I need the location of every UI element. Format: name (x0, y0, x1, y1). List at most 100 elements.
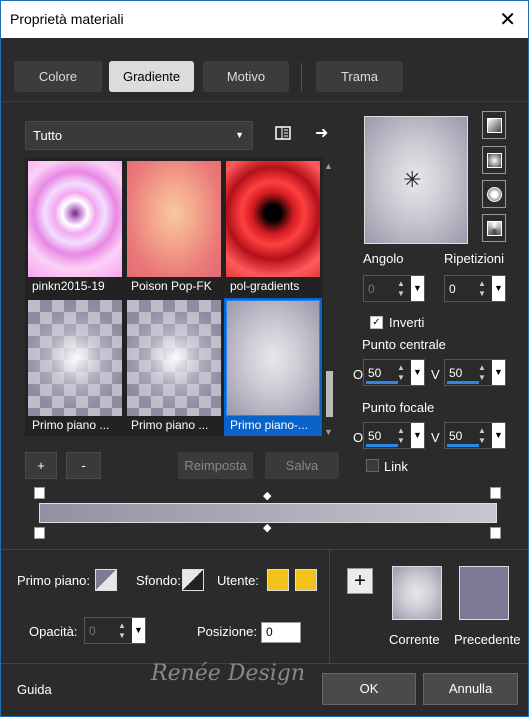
position-label: Posizione: (197, 624, 257, 639)
gradient-label: Primo piano-... (230, 418, 309, 432)
center-v-label: V (431, 367, 440, 382)
current-label: Corrente (389, 632, 440, 647)
user-color-large-swatch[interactable] (295, 569, 317, 591)
chevron-down-icon[interactable]: ▼ (492, 423, 505, 448)
previous-material-swatch[interactable] (459, 566, 509, 620)
gradient-label: pinkn2015-19 (32, 279, 105, 293)
user-color-swatch[interactable] (267, 569, 289, 591)
opacity-stop-left[interactable] (34, 527, 45, 539)
angle-stepper[interactable]: 0 ▲ ▼ ▼ (363, 275, 425, 302)
center-o-value: 50 (368, 366, 382, 380)
close-icon[interactable]: ✕ (499, 7, 516, 32)
gradient-item-primo-piano-2[interactable]: Primo piano ... (125, 298, 223, 436)
tab-trama[interactable]: Trama (316, 61, 403, 92)
chevron-down-icon[interactable]: ▼ (411, 360, 424, 385)
midpoint-top-marker[interactable]: ◆ (263, 489, 271, 502)
save-button[interactable]: Salva (265, 452, 339, 479)
repeats-value: 0 (449, 282, 456, 296)
spin-arrows-icon[interactable]: ▲ ▼ (118, 621, 130, 641)
add-gradient-button[interactable]: + (25, 452, 57, 479)
chevron-down-icon[interactable]: ▼ (492, 276, 505, 301)
scroll-up-icon[interactable]: ▲ (324, 161, 333, 171)
center-point-label: Punto centrale (362, 337, 446, 352)
background-label: Sfondo: (136, 573, 181, 588)
help-link[interactable]: Guida (17, 682, 52, 697)
gradient-library-grid: pinkn2015-19 Poison Pop-FK pol-gradients… (25, 158, 323, 436)
opacity-value: 0 (89, 624, 96, 638)
divider (329, 549, 330, 663)
library-icon[interactable] (275, 125, 291, 146)
link-checkbox[interactable] (366, 459, 379, 472)
chevron-down-icon[interactable]: ▼ (411, 423, 424, 448)
radial-icon[interactable] (482, 214, 506, 242)
gradient-editor-bar[interactable] (39, 503, 497, 523)
sunburst-icon[interactable] (482, 180, 506, 208)
add-to-swatches-button[interactable]: + (347, 568, 373, 594)
gradient-swatch (226, 161, 320, 277)
opacity-stop-right[interactable] (490, 527, 501, 539)
value-bar (447, 381, 479, 384)
opacity-stepper[interactable]: 0 ▲ ▼ ▼ (84, 617, 146, 644)
remove-gradient-button[interactable]: - (66, 452, 101, 479)
midpoint-bottom-marker[interactable]: ◆ (263, 521, 271, 534)
gradient-item-poison-pop[interactable]: Poison Pop-FK (125, 159, 223, 297)
watermark-logo: Renée Design (151, 661, 306, 686)
spin-arrows-icon[interactable]: ▲ ▼ (397, 426, 409, 446)
category-dropdown[interactable]: Tutto ▼ (25, 121, 253, 150)
color-stop-top-right[interactable] (490, 487, 501, 499)
focal-point-label: Punto focale (362, 400, 435, 415)
library-scrollbar[interactable]: ▲ ▼ (324, 161, 334, 437)
ok-button[interactable]: OK (322, 673, 416, 705)
value-bar (447, 444, 479, 447)
gradient-preview[interactable]: ✳ (364, 116, 468, 244)
gradient-swatch (28, 300, 122, 416)
angle-value: 0 (368, 282, 375, 296)
repeats-stepper[interactable]: 0 ▲ ▼ ▼ (444, 275, 506, 302)
chevron-down-icon: ▼ (235, 130, 244, 140)
angle-label: Angolo (363, 251, 404, 266)
focal-v-stepper[interactable]: 50 ▲ ▼ ▼ (444, 422, 506, 449)
gradient-label: pol-gradients (230, 279, 300, 293)
rectangular-icon[interactable] (482, 146, 506, 174)
chevron-down-icon[interactable]: ▼ (411, 276, 424, 301)
gradient-item-pol-gradients[interactable]: pol-gradients (224, 159, 322, 297)
gradient-label: Poison Pop-FK (131, 279, 212, 293)
gradient-item-pinkn2015-19[interactable]: pinkn2015-19 (26, 159, 124, 297)
opacity-label: Opacità: (29, 624, 78, 639)
background-swatch[interactable] (182, 569, 204, 591)
center-o-stepper[interactable]: 50 ▲ ▼ ▼ (363, 359, 425, 386)
tab-motivo[interactable]: Motivo (203, 61, 289, 92)
spin-arrows-icon[interactable]: ▲ ▼ (478, 279, 490, 299)
tab-colore[interactable]: Colore (14, 61, 102, 92)
divider (1, 101, 528, 102)
tab-gradiente[interactable]: Gradiente (109, 61, 194, 92)
focal-v-value: 50 (449, 429, 463, 443)
gradient-label: Primo piano ... (131, 418, 209, 432)
gradient-item-primo-piano-selected[interactable]: Primo piano-... (224, 298, 322, 436)
linear-icon[interactable] (482, 111, 506, 139)
spin-arrows-icon[interactable]: ▲ ▼ (478, 363, 490, 383)
value-bar (366, 381, 398, 384)
spin-arrows-icon[interactable]: ▲ ▼ (478, 426, 490, 446)
arrow-right-icon[interactable]: ➜ (315, 123, 328, 143)
spin-arrows-icon[interactable]: ▲ ▼ (397, 363, 409, 383)
current-material-swatch[interactable] (392, 566, 442, 620)
window-title: Proprietà materiali (10, 11, 124, 27)
foreground-swatch[interactable] (95, 569, 117, 591)
user-label: Utente: (217, 573, 259, 588)
center-point-icon[interactable]: ✳ (403, 167, 421, 193)
gradient-swatch (127, 161, 221, 277)
position-input[interactable]: 0 (261, 622, 301, 643)
reset-button[interactable]: Reimposta (178, 452, 253, 479)
chevron-down-icon[interactable]: ▼ (492, 360, 505, 385)
cancel-button[interactable]: Annulla (423, 673, 518, 705)
focal-o-stepper[interactable]: 50 ▲ ▼ ▼ (363, 422, 425, 449)
gradient-item-primo-piano-1[interactable]: Primo piano ... (26, 298, 124, 436)
scroll-thumb[interactable] (326, 371, 333, 417)
spin-arrows-icon[interactable]: ▲ ▼ (397, 279, 409, 299)
scroll-down-icon[interactable]: ▼ (324, 427, 333, 437)
chevron-down-icon[interactable]: ▼ (132, 618, 145, 643)
invert-checkbox[interactable]: ✓ (370, 316, 383, 329)
color-stop-top-left[interactable] (34, 487, 45, 499)
center-v-stepper[interactable]: 50 ▲ ▼ ▼ (444, 359, 506, 386)
